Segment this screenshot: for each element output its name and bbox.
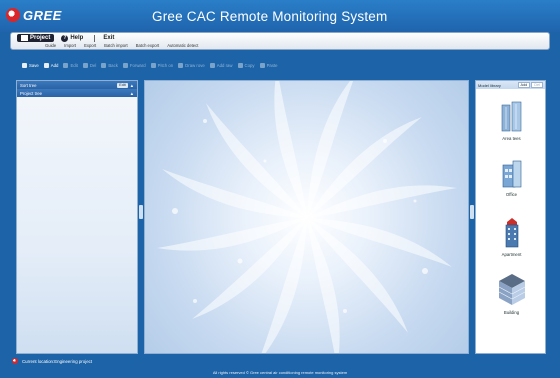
forward-label: Forward xyxy=(129,63,146,68)
forward-button[interactable]: Forward xyxy=(122,63,146,68)
project-tree-area[interactable] xyxy=(17,97,137,353)
exit-icon xyxy=(94,34,100,42)
paste-button[interactable]: Paste xyxy=(259,63,278,68)
help-icon: ? xyxy=(61,34,69,42)
tower-icon xyxy=(501,101,521,132)
collapse-icon[interactable]: ▲ xyxy=(130,83,134,88)
model-item-label: Office xyxy=(505,192,518,197)
model-item-building[interactable]: Building xyxy=(476,273,547,315)
apartment-icon xyxy=(505,218,518,248)
add-icon xyxy=(43,63,49,68)
gree-logo-icon xyxy=(6,8,20,22)
model-item-label: Apartment xyxy=(501,252,522,257)
model-item-label: Area tees xyxy=(502,136,521,141)
gree-logo: GREE xyxy=(6,6,62,24)
draw-rove-button[interactable]: Draw rove xyxy=(178,63,205,68)
save-icon xyxy=(22,63,27,68)
menu-guide[interactable]: Guide xyxy=(41,43,60,48)
model-item-apartment[interactable]: Apartment xyxy=(476,217,547,257)
right-splitter-handle[interactable] xyxy=(470,205,474,219)
tab-project[interactable]: Project xyxy=(17,34,55,42)
edit-label: Edit xyxy=(70,63,78,68)
left-splitter-handle[interactable] xyxy=(139,205,143,219)
add-button[interactable]: Add xyxy=(43,63,59,68)
app-title: Gree CAC Remote Monitoring System xyxy=(152,9,388,24)
current-location-text: Current location:Engineering project xyxy=(22,358,93,364)
copy-label: Copy xyxy=(244,63,255,68)
draw-rove-icon xyxy=(178,63,184,68)
toolbar: Save Add Edit Del Back Forward Pitch on … xyxy=(22,63,278,68)
project-tree-header[interactable]: Project tree ▲ xyxy=(17,89,137,97)
left-panel: Sort tree Edit ▲ Project tree ▲ xyxy=(16,80,138,354)
back-button[interactable]: Back xyxy=(101,63,118,68)
model-item-area-tees[interactable]: Area tees xyxy=(476,101,547,141)
status-bar: Current location:Engineering project xyxy=(12,358,92,364)
gree-status-icon xyxy=(12,358,18,364)
title-bar: GREE Gree CAC Remote Monitoring System xyxy=(0,0,560,32)
edit-icon xyxy=(63,63,69,68)
menu-automatic-detect[interactable]: Automatic detect xyxy=(163,43,202,48)
paste-label: Paste xyxy=(266,63,278,68)
collapse-icon[interactable]: ▲ xyxy=(130,91,134,96)
delete-label: Del xyxy=(89,63,97,68)
model-library-panel: Model library Add Del Area tees Office A… xyxy=(475,80,546,354)
tab-help-label: Help xyxy=(70,35,84,41)
building-icon xyxy=(498,274,525,305)
sort-tree-header[interactable]: Sort tree Edit ▲ xyxy=(17,81,137,89)
swirl-background xyxy=(157,81,457,353)
menu-bar: Project ? Help Exit Guide Import Export … xyxy=(10,32,550,50)
project-icon xyxy=(21,35,28,41)
pitch-on-button[interactable]: Pitch on xyxy=(150,63,174,68)
menu-import[interactable]: Import xyxy=(60,43,80,48)
menu-export[interactable]: Export xyxy=(80,43,100,48)
save-button[interactable]: Save xyxy=(22,63,39,68)
model-library-title: Model library xyxy=(478,82,501,88)
add-raw-icon xyxy=(209,63,215,68)
delete-button[interactable]: Del xyxy=(82,63,97,68)
add-raw-button[interactable]: Add raw xyxy=(209,63,233,68)
copy-icon xyxy=(237,63,243,68)
add-raw-label: Add raw xyxy=(216,63,233,68)
canvas-area[interactable] xyxy=(144,80,469,354)
edit-tree-button[interactable]: Edit xyxy=(117,82,128,88)
office-icon xyxy=(502,160,521,188)
model-item-office[interactable]: Office xyxy=(476,159,547,197)
delete-icon xyxy=(82,63,88,68)
tab-project-label: Project xyxy=(30,35,51,41)
sort-tree-label: Sort tree xyxy=(20,82,37,88)
edit-button[interactable]: Edit xyxy=(63,63,78,68)
back-icon xyxy=(101,63,107,68)
save-label: Save xyxy=(29,63,39,68)
pitch-on-label: Pitch on xyxy=(157,63,174,68)
pitch-on-icon xyxy=(150,63,156,68)
back-label: Back xyxy=(108,63,118,68)
paste-icon xyxy=(259,63,265,68)
delete-model-button[interactable]: Del xyxy=(531,82,543,88)
tab-exit[interactable]: Exit xyxy=(90,34,118,42)
copyright-footer: All rights reserved © Gree central air c… xyxy=(212,370,348,375)
menu-batch-export[interactable]: Batch export xyxy=(132,43,164,48)
tab-exit-label: Exit xyxy=(103,35,115,41)
project-tree-label: Project tree xyxy=(20,90,42,96)
model-item-label: Building xyxy=(503,310,520,315)
draw-rove-label: Draw rove xyxy=(185,63,205,68)
menu-batch-import[interactable]: Batch import xyxy=(100,43,132,48)
model-library-header: Model library Add Del xyxy=(476,81,545,89)
forward-icon xyxy=(122,63,128,68)
logo-text: GREE xyxy=(23,7,62,23)
add-label: Add xyxy=(50,63,59,68)
add-model-button[interactable]: Add xyxy=(517,82,531,88)
tab-help[interactable]: ? Help xyxy=(57,34,87,42)
copy-button[interactable]: Copy xyxy=(237,63,255,68)
